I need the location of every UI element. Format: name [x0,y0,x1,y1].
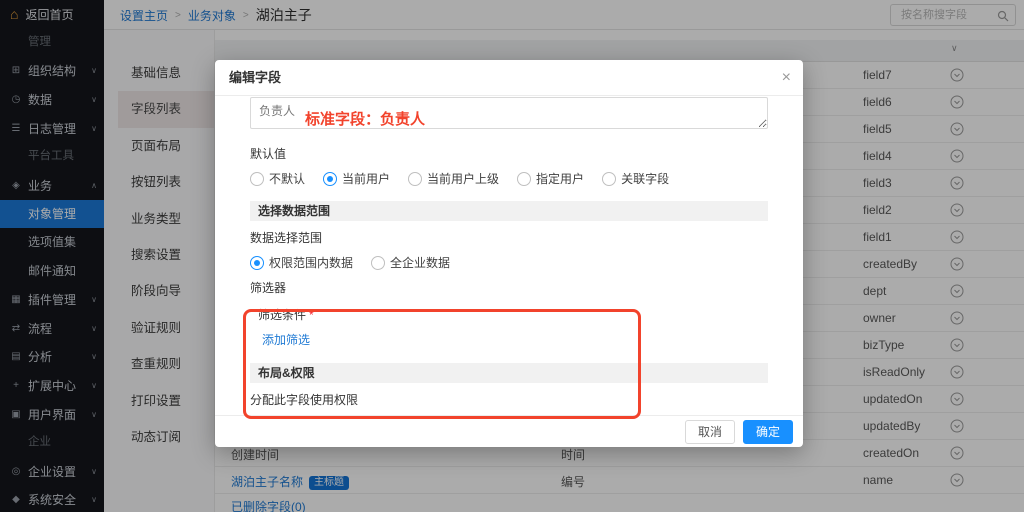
radio-unselected[interactable] [250,172,264,186]
radio-option[interactable]: 当前用户 [323,170,390,187]
radio-unselected[interactable] [371,256,385,270]
radio-label: 关联字段 [621,170,669,187]
radio-option[interactable]: 关联字段 [602,170,669,187]
filter-condition-text: 筛选条件 [258,308,306,322]
modal-header: 编辑字段 × [215,60,803,96]
radio-label: 不默认 [269,170,305,187]
data-scope-section-header: 选择数据范围 [250,201,768,221]
radio-label: 全企业数据 [390,254,450,271]
radio-label: 当前用户 [342,170,390,187]
radio-option[interactable]: 全企业数据 [371,254,450,271]
radio-unselected[interactable] [517,172,531,186]
default-value-label: 默认值 [250,145,768,162]
default-value-radio-group: 不默认 当前用户 当前用户上级 指定用户 关联字段 [250,170,768,187]
data-scope-radio-group: 权限范围内数据 全企业数据 [250,254,768,271]
filter-label: 筛选器 [250,279,768,296]
radio-unselected[interactable] [602,172,616,186]
radio-label: 权限范围内数据 [269,254,353,271]
data-scope-label: 数据选择范围 [250,229,768,246]
radio-option[interactable]: 权限范围内数据 [250,254,353,271]
edit-field-modal: 编辑字段 × 负责人 标准字段：负责人 默认值 不默认 当前用户 当前用户上级 指定用… [215,60,803,447]
modal-body: 负责人 标准字段：负责人 默认值 不默认 当前用户 当前用户上级 指定用户 关联字段 选… [250,96,768,415]
radio-label: 当前用户上级 [427,170,499,187]
app: ⌂ 返回首页 管理⊞组织结构∨◷数据∨☰日志管理∨平台工具◈业务∧对象管理选项值… [0,0,1024,512]
radio-label: 指定用户 [536,170,584,187]
cancel-button[interactable]: 取消 [685,420,735,444]
close-icon[interactable]: × [782,60,791,96]
radio-selected[interactable] [323,172,337,186]
radio-option[interactable]: 不默认 [250,170,305,187]
add-filter-link[interactable]: 添加筛选 [262,331,310,348]
assign-permission-label: 分配此字段使用权限 [250,391,768,408]
radio-unselected[interactable] [408,172,422,186]
layout-permission-section-header: 布局&权限 [250,363,768,383]
required-asterisk: * [309,308,314,322]
modal-footer: 取消 确定 [215,415,803,447]
radio-option[interactable]: 当前用户上级 [408,170,499,187]
filter-condition-label: 筛选条件* [250,306,768,323]
field-name-wrap: 负责人 标准字段：负责人 [250,97,768,129]
modal-title: 编辑字段 [229,60,281,96]
radio-selected[interactable] [250,256,264,270]
field-name-textarea[interactable]: 负责人 [250,97,768,129]
ok-button[interactable]: 确定 [743,420,793,444]
radio-option[interactable]: 指定用户 [517,170,584,187]
